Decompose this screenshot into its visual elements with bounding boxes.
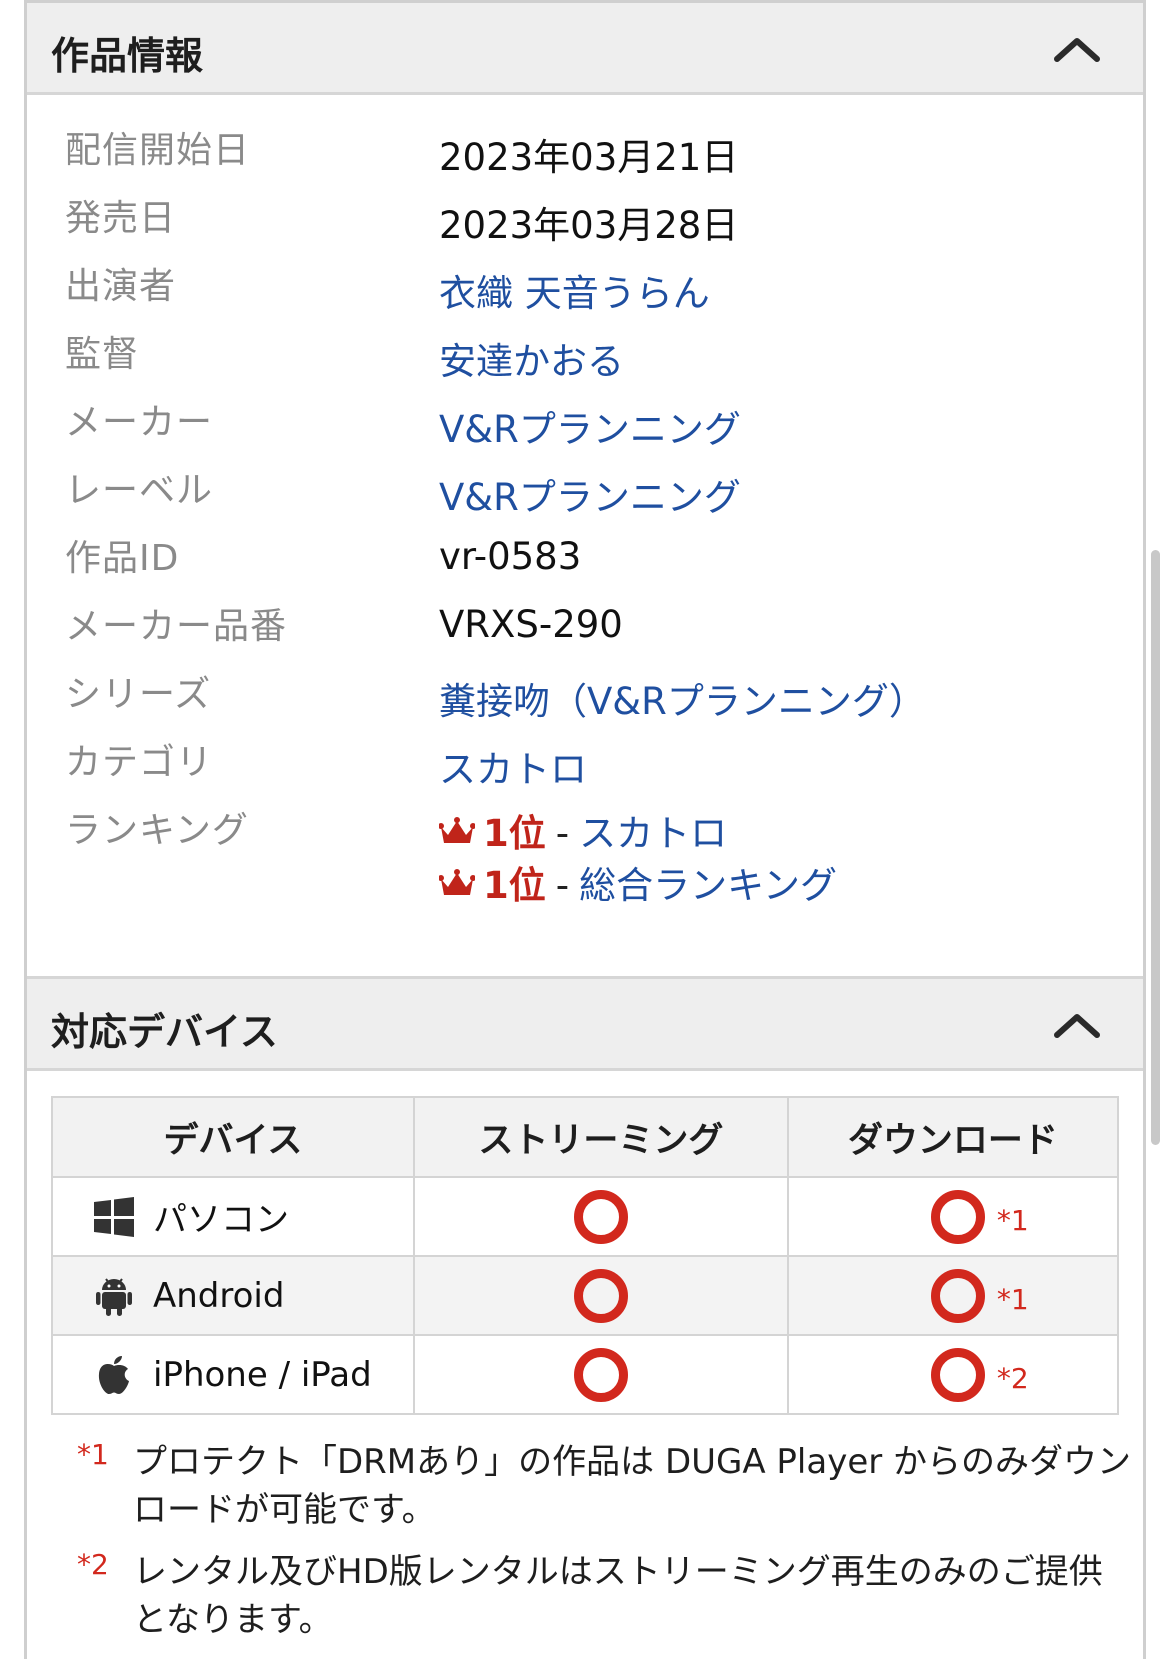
info-section-header[interactable]: 作品情報 — [27, 3, 1143, 95]
chevron-up-icon[interactable] — [1053, 33, 1101, 65]
download-mark: *2 — [930, 1347, 1029, 1402]
supported-circle-icon — [930, 1347, 985, 1402]
info-value: VRXS-290 — [439, 603, 623, 646]
info-label: 出演者 — [65, 266, 177, 307]
streaming-support-cell — [412, 1176, 789, 1257]
info-label: ランキング — [65, 810, 249, 851]
download-mark: *1 — [930, 1189, 1029, 1244]
scrollbar-thumb[interactable] — [1151, 550, 1160, 1145]
info-row-product-id: 作品ID vr-0583 — [27, 529, 1143, 599]
supported-circle-icon — [930, 1189, 985, 1244]
ranking-entry: 1位 - スカトロ — [439, 803, 727, 857]
column-header-device: デバイス — [51, 1096, 415, 1178]
crown-icon — [439, 816, 475, 843]
info-label: 発売日 — [65, 198, 177, 239]
footnote-ref: *2 — [996, 1361, 1029, 1395]
info-label: 配信開始日 — [65, 130, 251, 171]
table-row: パソコン *1 — [51, 1176, 1120, 1257]
device-cell: パソコン — [51, 1176, 415, 1257]
ranking-entry: 1位 - 総合ランキング — [439, 855, 837, 909]
info-label: 作品ID — [65, 538, 180, 579]
info-row-maker-code: メーカー品番 VRXS-290 — [27, 597, 1143, 667]
table-row: Android *1 — [51, 1255, 1120, 1336]
info-label: メーカー品番 — [65, 606, 288, 647]
download-support-cell: *1 — [786, 1176, 1120, 1257]
footnote-text: プロテクト「DRMあり」の作品は DUGA Player からのみダウンロードが… — [133, 1442, 1132, 1530]
category-link[interactable]: スカトロ — [439, 739, 587, 793]
info-label: メーカー — [65, 402, 214, 443]
rank-separator: - — [555, 864, 570, 907]
footnote-ref: *1 — [996, 1203, 1029, 1237]
streaming-support-cell — [412, 1334, 789, 1415]
device-cell: Android — [51, 1255, 415, 1336]
device-cell: iPhone / iPad — [51, 1334, 415, 1415]
footnote-mark: *2 — [77, 1548, 109, 1581]
performer-link[interactable]: 衣織 天音うらん — [439, 263, 710, 317]
supported-circle-icon — [573, 1268, 628, 1323]
download-support-cell: *1 — [786, 1255, 1120, 1336]
device-table: デバイス ストリーミング ダウンロード パソコン *1 Android *1 i… — [51, 1096, 1120, 1415]
column-header-download: ダウンロード — [786, 1096, 1120, 1178]
info-row-series: シリーズ 糞接吻（V&Rプランニング） — [27, 665, 1143, 735]
streaming-support-cell — [412, 1255, 789, 1336]
chevron-up-icon[interactable] — [1053, 1009, 1101, 1041]
info-row-ranking: ランキング 1位 - スカトロ 1位 - 総合ランキング — [27, 801, 1143, 931]
info-row-label: レーベル V&Rプランニング — [27, 461, 1143, 531]
footnote-mark: *1 — [77, 1438, 109, 1471]
footnote-ref: *1 — [996, 1282, 1029, 1316]
info-row-maker: メーカー V&Rプランニング — [27, 393, 1143, 463]
rank-number: 1位 — [483, 812, 546, 855]
director-link[interactable]: 安達かおる — [439, 331, 624, 385]
info-label: 監督 — [65, 334, 140, 375]
info-row-release-date: 配信開始日 2023年03月21日 — [27, 121, 1143, 191]
info-label: レーベル — [65, 470, 214, 511]
rank-separator: - — [555, 812, 570, 855]
download-mark: *1 — [930, 1268, 1029, 1323]
info-row-category: カテゴリ スカトロ — [27, 733, 1143, 803]
apple-icon — [98, 1355, 129, 1394]
info-row-sale-date: 発売日 2023年03月28日 — [27, 189, 1143, 259]
footnote-text: レンタル及びHD版レンタルはストリーミング再生のみのご提供となります。 — [133, 1552, 1103, 1640]
rank-number: 1位 — [483, 864, 546, 907]
info-row-performers: 出演者 衣織 天音うらん — [27, 257, 1143, 327]
supported-circle-icon — [573, 1189, 628, 1244]
info-value: vr-0583 — [439, 535, 582, 578]
download-support-cell: *2 — [786, 1334, 1120, 1415]
info-value: 2023年03月28日 — [439, 204, 739, 247]
device-name: Android — [153, 1275, 285, 1316]
windows-icon — [94, 1196, 134, 1237]
info-section-title: 作品情報 — [51, 34, 204, 78]
table-row: iPhone / iPad *2 — [51, 1334, 1120, 1415]
supported-circle-icon — [930, 1268, 985, 1323]
info-label: カテゴリ — [65, 742, 214, 783]
product-info-panel: 作品情報 配信開始日 2023年03月21日 発売日 2023年03月28日 出… — [24, 0, 1146, 1659]
crown-icon — [439, 868, 475, 895]
device-section-header[interactable]: 対応デバイス — [27, 976, 1143, 1071]
supported-circle-icon — [573, 1347, 628, 1402]
device-name: パソコン — [153, 1200, 289, 1240]
info-label: シリーズ — [65, 674, 212, 715]
table-header-row: デバイス ストリーミング ダウンロード — [51, 1096, 1120, 1178]
rank-category-link[interactable]: 総合ランキング — [579, 864, 837, 907]
device-section-title: 対応デバイス — [51, 1010, 278, 1054]
info-value: 2023年03月21日 — [439, 136, 739, 179]
android-icon — [96, 1277, 132, 1316]
rank-category-link[interactable]: スカトロ — [579, 812, 727, 855]
column-header-streaming: ストリーミング — [412, 1096, 789, 1178]
info-row-director: 監督 安達かおる — [27, 325, 1143, 395]
device-name: iPhone / iPad — [153, 1354, 372, 1395]
series-link[interactable]: 糞接吻（V&Rプランニング） — [439, 671, 926, 725]
label-link[interactable]: V&Rプランニング — [439, 467, 741, 521]
maker-link[interactable]: V&Rプランニング — [439, 399, 741, 453]
